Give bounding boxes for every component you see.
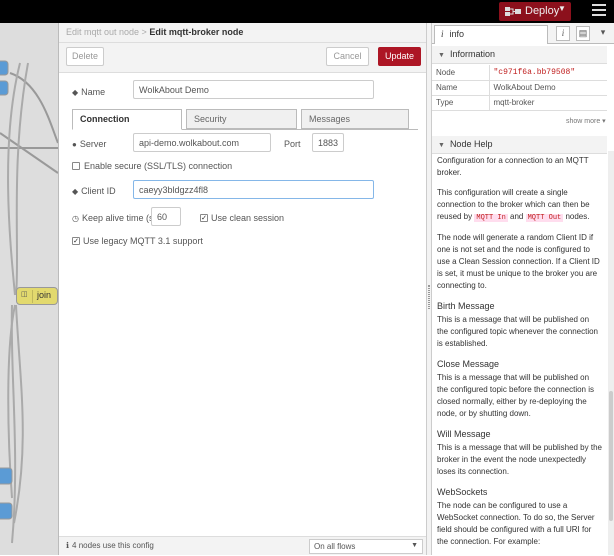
help-paragraph: This configuration will create a single … <box>437 188 590 222</box>
chevron-down-icon[interactable]: ▼ <box>558 4 566 13</box>
help-paragraph: This is a message that will be published… <box>437 315 598 348</box>
tab-connection[interactable]: Connection <box>72 109 182 130</box>
keepalive-label: ◷ Keep alive time (s) <box>72 213 157 223</box>
info-sidebar: i info i ▤ ▾ ▼ Information Node "c971f6a.b… <box>432 23 614 555</box>
legacy-label: Use legacy MQTT 3.1 support <box>83 236 203 246</box>
globe-icon: ● <box>72 140 77 149</box>
delete-button[interactable]: Delete <box>66 47 104 66</box>
chevron-down-icon[interactable]: ▾ <box>596 26 610 41</box>
chevron-down-icon: ▼ <box>411 542 418 549</box>
sidebar-scrollbar[interactable] <box>608 151 614 555</box>
information-section-header[interactable]: ▼ Information <box>432 46 607 64</box>
node-config-form: ◆ Name WolkAbout Demo Connection Security… <box>59 73 427 538</box>
book-icon[interactable]: ▤ <box>576 26 590 41</box>
tray-header: Edit mqtt out node > Edit mqtt-broker no… <box>59 23 427 43</box>
edit-tray: Edit mqtt out node > Edit mqtt-broker no… <box>58 23 427 555</box>
info-icon[interactable]: i <box>556 26 570 41</box>
help-paragraph: The node will generate a random Client I… <box>437 233 600 290</box>
header-bar: Deploy ▼ <box>0 0 614 23</box>
cancel-button[interactable]: Cancel <box>326 47 369 66</box>
tag-icon: ◆ <box>72 88 79 97</box>
scope-select-value: On all flows <box>314 542 356 551</box>
info-icon: i <box>441 29 444 39</box>
help-paragraph: This is a message that will be published… <box>437 443 602 476</box>
port-field[interactable]: 1883 <box>312 133 344 152</box>
name-field[interactable]: WolkAbout Demo <box>133 80 374 99</box>
server-field[interactable]: api-demo.wolkabout.com <box>133 133 271 152</box>
deploy-button[interactable]: Deploy ▼ <box>499 2 571 21</box>
join-node-label: join <box>37 290 52 300</box>
sidebar-tabs: i info i ▤ ▾ <box>432 23 614 44</box>
config-tabs: Connection Security Messages <box>72 109 418 130</box>
help-paragraph: The node can be configured to use a WebS… <box>437 501 595 546</box>
tab-security[interactable]: Security <box>186 109 297 129</box>
tray-toolbar: Delete Cancel Update <box>59 43 427 73</box>
breadcrumb-current: Edit mqtt-broker node <box>149 27 244 37</box>
chevron-down-icon: ▼ <box>438 52 445 59</box>
clean-session-label: Use clean session <box>211 213 285 223</box>
table-row: Name WolkAbout Demo <box>432 80 607 96</box>
breadcrumb: Edit mqtt out node > Edit mqtt-broker no… <box>66 27 243 37</box>
keepalive-field[interactable]: 60 <box>151 207 181 226</box>
help-paragraph: This is a message that will be published… <box>437 373 594 418</box>
client-id-label: ◆ Client ID <box>72 186 116 196</box>
usage-text: ℹ4 nodes use this config <box>66 541 154 550</box>
info-table: Node "c971f6a.bb79508" Name WolkAbout De… <box>432 65 607 111</box>
tls-label: Enable secure (SSL/TLS) connection <box>84 161 233 171</box>
table-row: Node "c971f6a.bb79508" <box>432 65 607 81</box>
tray-footer: ℹ4 nodes use this config On all flows ▼ <box>59 536 427 555</box>
node-help-section-header[interactable]: ▼ Node Help <box>432 136 607 154</box>
hamburger-menu-icon[interactable] <box>592 4 606 18</box>
legacy-checkbox[interactable]: ✓ <box>72 237 80 245</box>
join-node[interactable]: ◫ join <box>16 287 58 305</box>
help-heading: Will Message <box>437 429 491 439</box>
tag-icon: ◆ <box>72 187 79 196</box>
help-heading: Birth Message <box>437 301 495 311</box>
update-button[interactable]: Update <box>378 47 421 66</box>
show-more-link[interactable]: show more ▾ <box>566 117 606 125</box>
deploy-label: Deploy <box>525 5 560 17</box>
join-icon: ◫ <box>21 290 33 303</box>
tab-messages[interactable]: Messages <box>301 109 409 129</box>
clean-session-checkbox[interactable]: ✓ <box>200 214 208 222</box>
node-help-content: Configuration for a connection to an MQT… <box>437 155 602 556</box>
chevron-down-icon: ▼ <box>438 142 445 149</box>
port-label: Port <box>284 139 301 149</box>
clock-icon: ◷ <box>72 214 79 223</box>
scope-select[interactable]: On all flows ▼ <box>309 539 423 554</box>
breadcrumb-parent[interactable]: Edit mqtt out node > <box>66 27 147 37</box>
deploy-icon <box>505 7 521 16</box>
tab-info[interactable]: i info <box>434 25 548 44</box>
name-label: ◆ Name <box>72 87 106 97</box>
info-icon: ℹ <box>66 541 70 550</box>
flow-workspace[interactable]: ◫ join <box>0 23 58 555</box>
help-heading: Close Message <box>437 359 500 369</box>
server-label: ● Server <box>72 139 107 149</box>
table-row: Type mqtt-broker <box>432 95 607 111</box>
help-paragraph: Configuration for a connection to an MQT… <box>437 156 589 177</box>
help-heading: WebSockets <box>437 487 488 497</box>
client-id-field[interactable]: caeyy3bldgzz4fl8 <box>133 180 374 199</box>
tls-checkbox[interactable] <box>72 162 80 170</box>
